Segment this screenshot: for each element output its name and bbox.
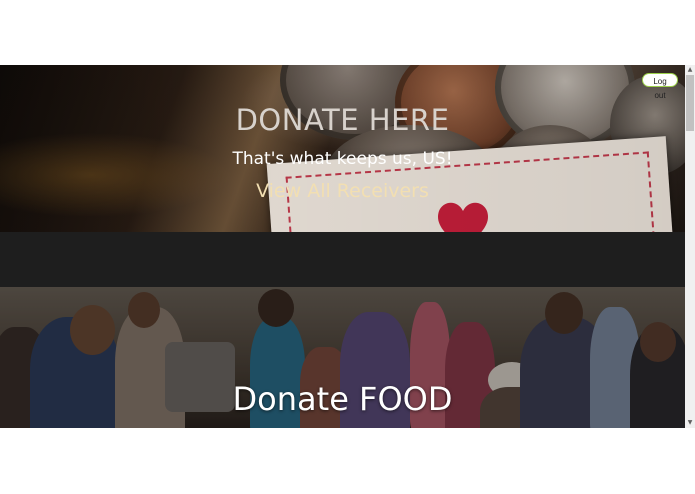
section-divider-band bbox=[0, 232, 685, 287]
scroll-down-icon[interactable]: ▼ bbox=[685, 418, 695, 428]
donate-food-title: Donate FOOD bbox=[232, 380, 453, 418]
donate-hero-banner: DONATE HERE That's what keeps us, US! Vi… bbox=[0, 65, 685, 232]
hero-title: DONATE HERE bbox=[235, 103, 450, 137]
scroll-up-icon[interactable]: ▲ bbox=[685, 65, 695, 75]
donate-food-section: Donate FOOD bbox=[0, 287, 685, 428]
page-content: DONATE HERE That's what keeps us, US! Vi… bbox=[0, 65, 685, 428]
vertical-scrollbar[interactable]: ▲ ▼ bbox=[685, 65, 695, 428]
scrollbar-thumb[interactable] bbox=[686, 75, 694, 131]
view-all-receivers-link[interactable]: View All Receivers bbox=[0, 180, 685, 202]
page-viewport: DONATE HERE That's what keeps us, US! Vi… bbox=[0, 65, 695, 428]
hero-subtitle: That's what keeps us, US! bbox=[232, 149, 453, 169]
logout-button[interactable]: Log out bbox=[642, 73, 678, 100]
